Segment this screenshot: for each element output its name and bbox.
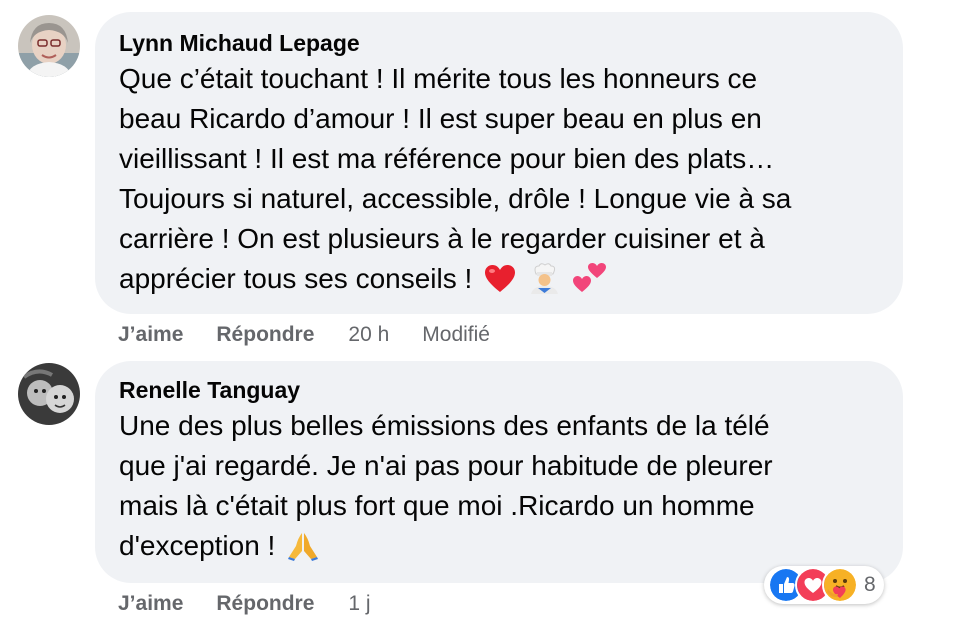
comment-line: Une des plus belles émissions des enfant… <box>119 410 770 441</box>
comment-timestamp[interactable]: 1 j <box>348 592 370 616</box>
comment-line: mais là c'était plus fort que moi .Ricar… <box>119 490 755 521</box>
comment-text: Que c’était touchant ! Il mérite tous le… <box>119 59 879 299</box>
comment-actions: J’aime Répondre 20 h Modifié <box>118 321 490 349</box>
comment-text: Une des plus belles émissions des enfant… <box>119 406 879 566</box>
comment-line-last: d'exception ! <box>119 526 879 566</box>
reactions-summary[interactable]: 8 <box>764 566 884 604</box>
comment-line: beau Ricardo d’amour ! Il est super beau… <box>119 103 762 134</box>
avatar[interactable] <box>18 363 80 425</box>
care-icon <box>822 567 858 603</box>
folded-hands-icon <box>288 533 319 561</box>
comment-line: carrière ! On est plusieurs à le regarde… <box>119 223 765 254</box>
like-link[interactable]: J’aime <box>118 592 183 616</box>
avatar-photo-icon <box>18 363 80 425</box>
comment-line: vieillissant ! Il est ma référence pour … <box>119 143 775 174</box>
comment-line-last: apprécier tous ses conseils ! <box>119 259 879 299</box>
comment-line-text: d'exception ! <box>119 530 276 561</box>
reply-link[interactable]: Répondre <box>216 592 314 616</box>
like-link[interactable]: J’aime <box>118 323 183 347</box>
man-cook-icon <box>530 263 558 294</box>
comment-line: Que c’était touchant ! Il mérite tous le… <box>119 63 758 94</box>
comment-author[interactable]: Renelle Tanguay <box>119 375 879 405</box>
comment-actions: J’aime Répondre 1 j <box>118 590 371 618</box>
edited-label[interactable]: Modifié <box>422 323 490 347</box>
comment-bubble: Renelle Tanguay Une des plus belles émis… <box>95 361 903 583</box>
two-hearts-icon <box>572 263 606 292</box>
red-heart-icon <box>485 265 516 292</box>
reply-link[interactable]: Répondre <box>216 323 314 347</box>
avatar-photo-icon <box>18 15 80 77</box>
comment-line-text: apprécier tous ses conseils ! <box>119 263 473 294</box>
comment-line: Toujours si naturel, accessible, drôle !… <box>119 183 792 214</box>
comment-line: que j'ai regardé. Je n'ai pas pour habit… <box>119 450 773 481</box>
comment-bubble: Lynn Michaud Lepage Que c’était touchant… <box>95 12 903 314</box>
comment-author[interactable]: Lynn Michaud Lepage <box>119 28 879 58</box>
comment-timestamp[interactable]: 20 h <box>348 323 389 347</box>
avatar[interactable] <box>18 15 80 77</box>
reaction-count: 8 <box>864 573 876 596</box>
